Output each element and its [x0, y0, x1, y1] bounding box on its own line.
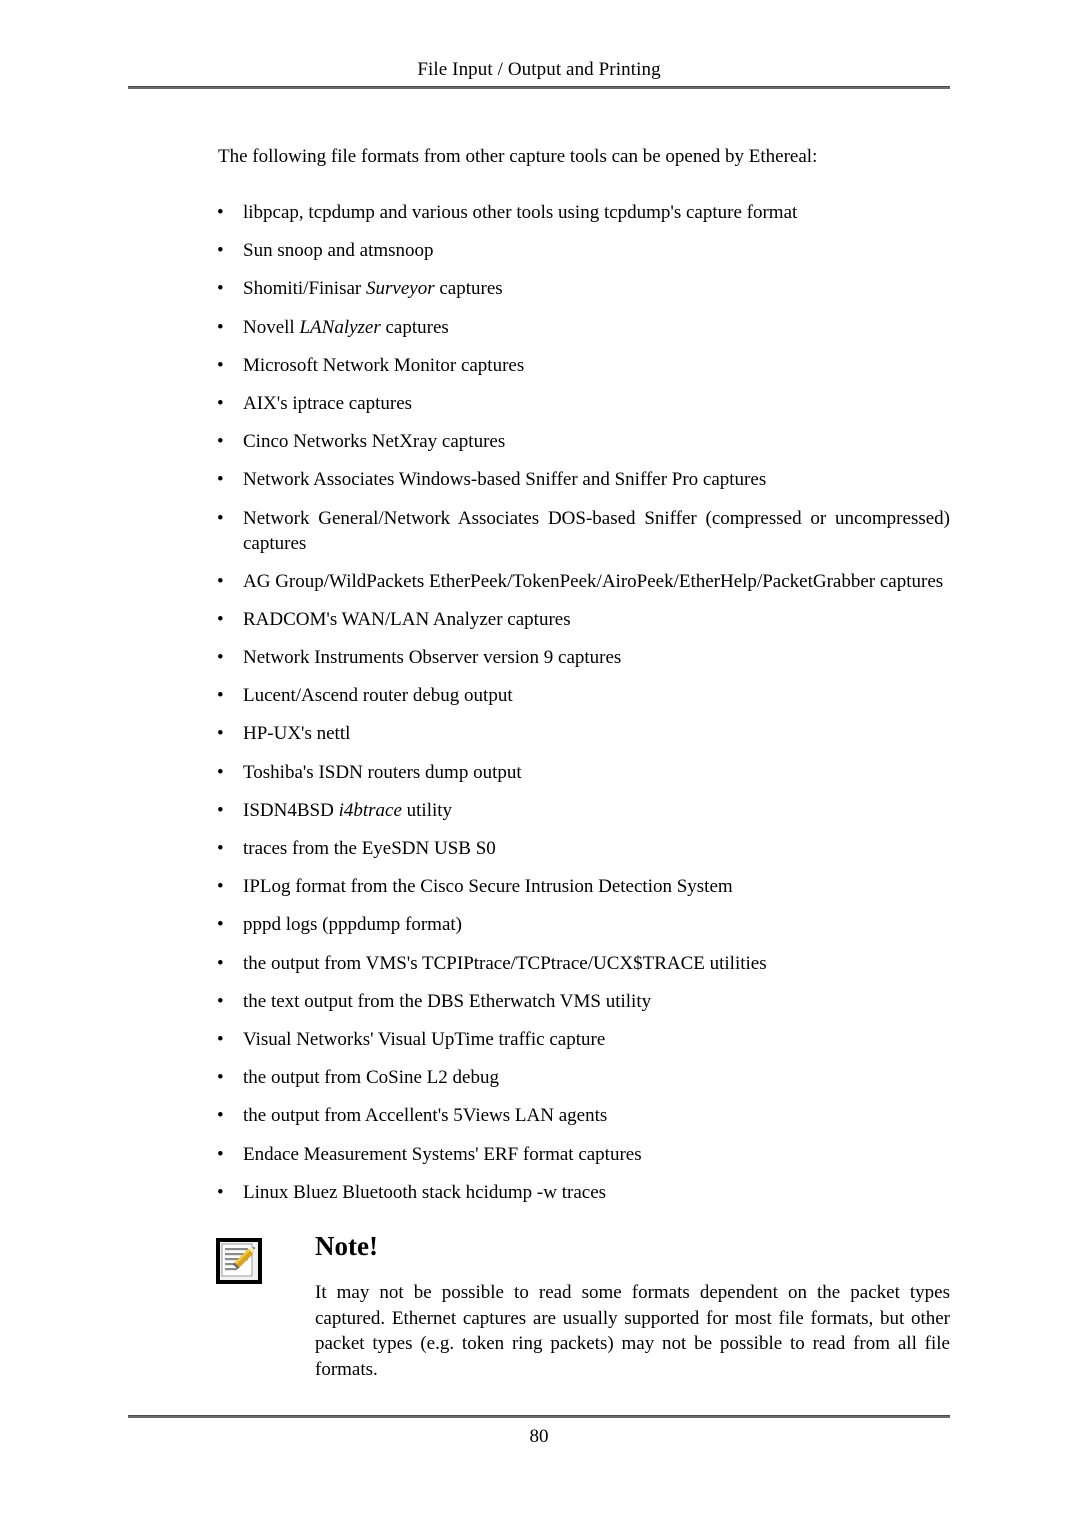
bullet-marker: • [217, 608, 224, 630]
list-item-text-tail: captures [380, 316, 449, 338]
file-formats-list: • libpcap, tcpdump and various other tool… [217, 200, 950, 1218]
list-item-label: the output from VMS's TCPIPtrace/TCPtrac… [243, 952, 767, 974]
list-item-text: Novell [243, 316, 300, 338]
list-item-text: Shomiti/Finisar [243, 278, 366, 300]
bullet-marker: • [217, 1143, 224, 1165]
list-item: • Network General/Network Associates DOS-… [217, 506, 950, 556]
bullet-marker: • [217, 570, 224, 592]
list-item: • the output from VMS's TCPIPtrace/TCPtra… [217, 951, 950, 976]
list-item-label: HP-UX's nettl [243, 723, 351, 745]
bullet-marker: • [217, 952, 224, 974]
bullet-marker: • [217, 354, 224, 376]
list-item-emphasis: i4btrace [338, 799, 402, 821]
bullet-marker: • [217, 240, 224, 262]
list-item: • AG Group/WildPackets EtherPeek/TokenPee… [217, 569, 950, 594]
bullet-marker: • [217, 838, 224, 859]
bullet-marker: • [217, 507, 224, 529]
list-item: • Visual Networks' Visual UpTime traffic … [217, 1027, 950, 1052]
list-item: • HP-UX's nettl [217, 721, 950, 746]
bullet-marker: • [217, 1181, 224, 1203]
bullet-marker: • [217, 914, 224, 936]
list-item: • the text output from the DBS Etherwatch… [217, 989, 950, 1014]
list-item-label: Endace Measurement Systems' ERF format c… [243, 1143, 642, 1165]
bullet-marker: • [217, 685, 224, 707]
bullet-marker: • [217, 876, 224, 898]
bullet-marker: • [217, 1067, 224, 1089]
bullet-marker: • [217, 431, 224, 453]
list-item-emphasis: Surveyor [366, 278, 435, 300]
list-item: • Linux Bluez Bluetooth stack hcidump -w … [217, 1180, 950, 1205]
list-item: • ISDN4BSD i4btrace utility [217, 798, 950, 823]
list-item: • traces from the EyeSDN USB S0 [217, 836, 950, 861]
list-item: • AIX's iptrace captures [217, 391, 950, 416]
bullet-marker: • [217, 647, 224, 669]
bullet-marker: • [217, 799, 224, 821]
list-item-label: Lucent/Ascend router debug output [243, 685, 513, 707]
list-item: • Endace Measurement Systems' ERF format … [217, 1142, 950, 1167]
bullet-marker: • [217, 1028, 224, 1050]
header-rule [128, 86, 950, 89]
note-title: Note! [315, 1231, 378, 1261]
list-item-label: Network Instruments Observer version 9 c… [243, 647, 622, 669]
list-item: • RADCOM's WAN/LAN Analyzer captures [217, 607, 950, 632]
list-item-label: AG Group/WildPackets EtherPeek/TokenPeek… [243, 570, 944, 592]
list-item: • Network Associates Windows-based Sniffe… [217, 467, 950, 492]
list-item-label: the text output from the DBS Etherwatch … [243, 990, 652, 1012]
list-item-label: Cinco Networks NetXray captures [243, 431, 506, 453]
list-item: • Cinco Networks NetXray captures [217, 429, 950, 454]
list-item-label: the output from Accellent's 5Views LAN a… [243, 1105, 608, 1127]
note-body: It may not be possible to read some form… [315, 1282, 950, 1380]
bullet-marker: • [217, 990, 224, 1012]
list-item-label: IPLog format from the Cisco Secure Intru… [243, 876, 733, 898]
list-item: • Novell LANalyzer captures [217, 315, 950, 340]
list-item-label: the output from CoSine L2 debug [243, 1067, 499, 1089]
list-item-label: traces from the EyeSDN USB S0 [243, 838, 496, 859]
list-item-emphasis: LANalyzer [299, 316, 381, 338]
list-item-label: Shomiti/Finisar Surveyor captures [243, 278, 503, 299]
bullet-marker: • [217, 392, 224, 414]
list-item: • Shomiti/Finisar Surveyor captures [217, 276, 950, 301]
list-item: • pppd logs (pppdump format) [217, 912, 950, 937]
list-item-text-tail: utility [401, 799, 453, 821]
list-item-label: ISDN4BSD i4btrace utility [243, 800, 452, 821]
list-item-label: AIX's iptrace captures [243, 392, 413, 414]
document-page: File Input / Output and Printing The fol… [0, 0, 1080, 1528]
bullet-marker: • [217, 278, 224, 300]
list-item: • Lucent/Ascend router debug output [217, 683, 950, 708]
list-item: • libpcap, tcpdump and various other tool… [217, 200, 950, 225]
list-item: • Toshiba's ISDN routers dump output [217, 760, 950, 785]
list-item: • Sun snoop and atmsnoop [217, 238, 950, 263]
list-item-label: pppd logs (pppdump format) [243, 914, 463, 936]
list-item: • Network Instruments Observer version 9 … [217, 645, 950, 670]
list-item-label: Network Associates Windows-based Sniffer… [243, 469, 767, 491]
intro-paragraph: The following file formats from other ca… [218, 146, 818, 167]
bullet-marker: • [217, 723, 224, 745]
bullet-marker: • [217, 202, 224, 223]
list-item: • the output from CoSine L2 debug [217, 1065, 950, 1090]
running-head: File Input / Output and Printing [417, 59, 661, 80]
list-item-label: Network General/Network Associates DOS-b… [243, 507, 950, 554]
footer-rule [128, 1415, 950, 1418]
bullet-marker: • [217, 761, 224, 783]
list-item: • the output from Accellent's 5Views LAN … [217, 1103, 950, 1128]
list-item: • Microsoft Network Monitor captures [217, 353, 950, 378]
list-item-label: libpcap, tcpdump and various other tools… [243, 202, 798, 223]
list-item-label: RADCOM's WAN/LAN Analyzer captures [243, 608, 571, 630]
list-item-label: Sun snoop and atmsnoop [243, 240, 434, 262]
list-item-label: Novell LANalyzer captures [243, 317, 449, 338]
bullet-marker: • [217, 469, 224, 491]
list-item-text: ISDN4BSD [243, 799, 339, 821]
bullet-marker: • [217, 1105, 224, 1127]
list-item-label: Microsoft Network Monitor captures [243, 354, 525, 376]
list-item-label: Visual Networks' Visual UpTime traffic c… [243, 1028, 606, 1050]
list-item-label: Toshiba's ISDN routers dump output [243, 761, 522, 783]
note-pencil-icon [216, 1238, 262, 1284]
list-item: • IPLog format from the Cisco Secure Intr… [217, 874, 950, 899]
list-item-text-tail: captures [434, 278, 503, 300]
bullet-marker: • [217, 316, 224, 338]
list-item-label: Linux Bluez Bluetooth stack hcidump -w t… [243, 1181, 607, 1203]
page-number: 80 [529, 1426, 549, 1447]
